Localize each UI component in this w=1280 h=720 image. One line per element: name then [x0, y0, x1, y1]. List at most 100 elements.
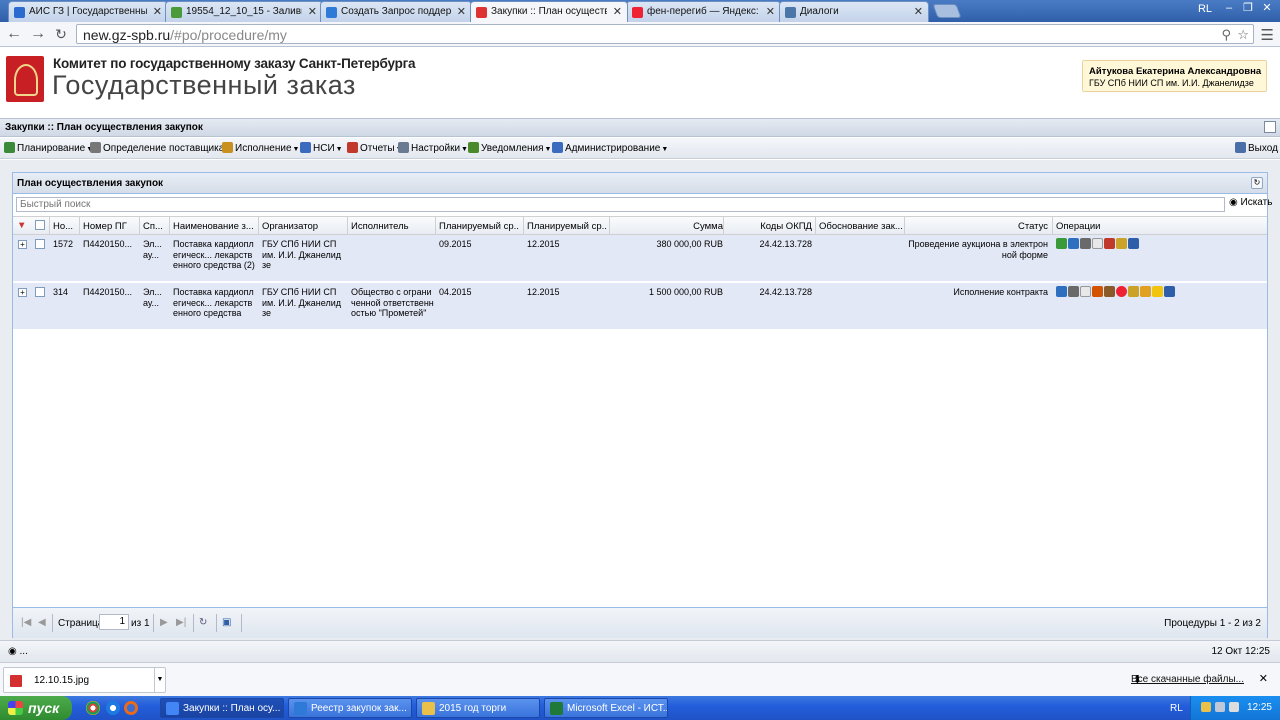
- column-header-name[interactable]: Наименование з...: [173, 221, 257, 232]
- page-number-input[interactable]: 1: [99, 614, 129, 630]
- column-header-sum[interactable]: Сумма: [613, 221, 723, 232]
- reload-icon[interactable]: ↻: [51, 25, 71, 43]
- menu-item-2[interactable]: Исполнение▼: [222, 142, 299, 154]
- restore-icon[interactable]: ❐: [1239, 1, 1257, 15]
- row-checkbox[interactable]: [35, 287, 45, 297]
- column-header-okpd[interactable]: Коды ОКПД: [727, 221, 812, 232]
- browser-tab-1[interactable]: 19554_12_10_15 - Заливка ✕: [165, 1, 323, 22]
- bulb-icon[interactable]: [1152, 286, 1163, 297]
- first-page-icon[interactable]: |◀: [21, 617, 31, 628]
- tray-volume-icon[interactable]: [1229, 702, 1239, 712]
- prev-page-icon[interactable]: ◀: [38, 617, 46, 628]
- refresh-icon[interactable]: ↻: [199, 617, 207, 628]
- taskbar-window-3[interactable]: Microsoft Excel - ИСТ...: [544, 698, 668, 718]
- document-icon[interactable]: [1092, 238, 1103, 249]
- clear-filter-icon[interactable]: ▼: [17, 220, 26, 231]
- tab-close-icon[interactable]: ✕: [457, 5, 466, 18]
- red-circle-icon[interactable]: [1116, 286, 1127, 297]
- document-icon[interactable]: [1080, 286, 1091, 297]
- chrome-quicklaunch-icon[interactable]: [86, 701, 100, 715]
- table-row[interactable]: +314 П4420150... Эл... ау... Поставка карди…: [13, 283, 1267, 330]
- bookmark-star-icon[interactable]: ☆: [1237, 27, 1249, 43]
- new-tab-button[interactable]: [932, 4, 962, 18]
- close-shelf-icon[interactable]: ✕: [1259, 672, 1268, 685]
- browser-tab-4[interactable]: фен-перегиб — Яндекс: на ✕: [626, 1, 781, 22]
- menu-item-4[interactable]: Отчеты▼: [347, 142, 403, 154]
- next-page-icon[interactable]: ▶: [160, 617, 168, 628]
- quick-search-input[interactable]: [17, 198, 1224, 211]
- taskbar-window-0[interactable]: Закупки :: План осу...: [160, 698, 284, 718]
- browser-tab-0[interactable]: АИС ГЗ | Государственный ✕: [8, 1, 168, 22]
- quick-search-field[interactable]: [16, 197, 1225, 212]
- column-header-pg[interactable]: Номер ПГ: [83, 221, 139, 232]
- column-header-plan1[interactable]: Планируемый ср...: [439, 221, 519, 232]
- report-icon[interactable]: [1092, 286, 1103, 297]
- column-header-ops[interactable]: Операции: [1056, 221, 1256, 232]
- scroll-icon[interactable]: [1128, 286, 1139, 297]
- language-indicator[interactable]: RL: [1170, 703, 1183, 714]
- back-arrow-icon[interactable]: ←: [4, 25, 24, 43]
- tab-close-icon[interactable]: ✕: [308, 5, 317, 18]
- last-page-icon[interactable]: ▶|: [176, 617, 186, 628]
- chart-icon[interactable]: [1068, 238, 1079, 249]
- key-icon[interactable]: ⚲: [1221, 27, 1231, 43]
- select-all-checkbox[interactable]: [35, 220, 45, 230]
- refresh-panel-icon[interactable]: ↻: [1251, 177, 1263, 189]
- gears-icon[interactable]: [1068, 286, 1079, 297]
- start-button[interactable]: пуск: [0, 696, 72, 720]
- address-bar[interactable]: new.gz-spb.ru/#po/procedure/my ⚲ ☆: [76, 24, 1254, 44]
- panel-header: План осуществления закупок ↻: [13, 173, 1267, 194]
- save-export-icon[interactable]: ▣: [222, 617, 231, 628]
- menu-item-6[interactable]: Уведомления▼: [468, 142, 551, 154]
- column-header-executor[interactable]: Исполнитель: [351, 221, 435, 232]
- tray-icon[interactable]: [1201, 702, 1211, 712]
- user-info-box[interactable]: Айтукова Екатерина Александровна ГБУ СПб…: [1082, 60, 1267, 92]
- search-button[interactable]: ◉ Искать: [1229, 197, 1272, 208]
- money-icon[interactable]: [1056, 238, 1067, 249]
- tab-close-icon[interactable]: ✕: [613, 5, 622, 18]
- tray-network-icon[interactable]: [1215, 702, 1225, 712]
- tab-close-icon[interactable]: ✕: [914, 5, 923, 18]
- pen-icon[interactable]: [1104, 286, 1115, 297]
- chart-icon[interactable]: [1056, 286, 1067, 297]
- menu-item-7[interactable]: Администрирование▼: [552, 142, 668, 154]
- tab-close-icon[interactable]: ✕: [766, 5, 775, 18]
- download-item[interactable]: 12.10.15.jpg ▼: [3, 667, 166, 693]
- stats-icon[interactable]: [1128, 238, 1139, 249]
- menu-item-5[interactable]: Настройки▼: [398, 142, 468, 154]
- column-header-organizer[interactable]: Организатор: [262, 221, 342, 232]
- taskbar-window-2[interactable]: 2015 год торги: [416, 698, 540, 718]
- browser-tab-3[interactable]: Закупки :: План осуществ ✕: [470, 1, 628, 22]
- table-row[interactable]: +1572 П4420150... Эл... ау... Поставка кард…: [13, 235, 1267, 282]
- column-header-sp[interactable]: Сп...: [143, 221, 167, 232]
- expand-row-icon[interactable]: +: [18, 288, 27, 297]
- close-icon[interactable]: ✕: [1258, 1, 1276, 15]
- tab-close-icon[interactable]: ✕: [153, 5, 162, 18]
- column-header-no[interactable]: Но...: [53, 221, 79, 232]
- maximize-icon[interactable]: [1264, 121, 1276, 133]
- all-downloads-link[interactable]: Все скачанные файлы...: [1131, 674, 1244, 685]
- column-header-status[interactable]: Статус: [908, 221, 1048, 232]
- column-header-plan2[interactable]: Планируемый ср...: [527, 221, 607, 232]
- ie-quicklaunch-icon[interactable]: [106, 701, 120, 715]
- exit-button[interactable]: Выход: [1235, 142, 1278, 154]
- chevron-down-icon[interactable]: ▼: [154, 668, 165, 692]
- forward-arrow-icon[interactable]: →: [28, 25, 48, 43]
- row-checkbox[interactable]: [35, 239, 45, 249]
- column-header-basis[interactable]: Обоснование зак...: [819, 221, 903, 232]
- minimize-icon[interactable]: –: [1220, 1, 1238, 15]
- gears-icon[interactable]: [1080, 238, 1091, 249]
- bars-icon[interactable]: [1140, 286, 1151, 297]
- taskbar-window-1[interactable]: Реестр закупок зак...: [288, 698, 412, 718]
- menu-item-3[interactable]: НСИ▼: [300, 142, 343, 154]
- menu-item-1[interactable]: Определение поставщика▼: [90, 142, 232, 154]
- scroll-icon[interactable]: [1116, 238, 1127, 249]
- browser-tab-5[interactable]: Диалоги ✕: [779, 1, 929, 22]
- emblem-icon[interactable]: [1104, 238, 1115, 249]
- firefox-quicklaunch-icon[interactable]: [124, 701, 138, 715]
- expand-row-icon[interactable]: +: [18, 240, 27, 249]
- browser-menu-icon[interactable]: ☰: [1261, 26, 1274, 44]
- stats-icon[interactable]: [1164, 286, 1175, 297]
- menu-item-0[interactable]: Планирование▼: [4, 142, 93, 154]
- browser-tab-2[interactable]: Создать Запрос поддержки ✕: [320, 1, 472, 22]
